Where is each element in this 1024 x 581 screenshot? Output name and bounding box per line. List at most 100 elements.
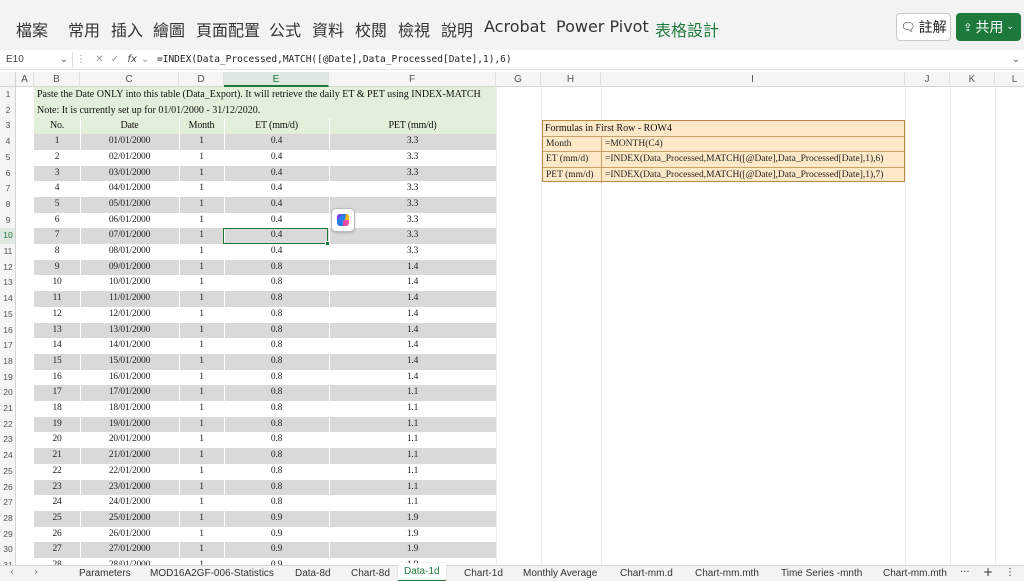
table-cell[interactable]: 17/01/2000 (80, 385, 179, 401)
table-cell[interactable]: 1 (179, 542, 224, 558)
column-title[interactable]: ET (mm/d) (224, 118, 329, 134)
table-cell[interactable]: 0.4 (224, 166, 329, 182)
sheet-tab[interactable]: Monthly Average (523, 568, 597, 579)
row-header[interactable]: 28 (0, 511, 15, 527)
table-cell[interactable]: 1 (179, 558, 224, 565)
table-cell[interactable]: 3.3 (329, 228, 496, 244)
table-cell[interactable]: 0.9 (224, 542, 329, 558)
column-header-k[interactable]: K (950, 72, 995, 87)
insert-function-icon[interactable]: fx (127, 54, 136, 65)
sheet-tab[interactable]: Chart-mm.mth (695, 568, 759, 579)
table-cell[interactable]: 1 (179, 385, 224, 401)
column-header-i[interactable]: I (601, 72, 905, 87)
table-cell[interactable]: 25 (34, 511, 80, 527)
formula-label[interactable]: ET (mm/d) (544, 152, 602, 168)
table-cell[interactable]: 24 (34, 495, 80, 511)
table-cell[interactable]: 1 (179, 448, 224, 464)
column-title[interactable]: PET (mm/d) (329, 118, 496, 134)
table-cell[interactable]: 1.4 (329, 275, 496, 291)
table-cell[interactable]: 0.8 (224, 495, 329, 511)
row-header[interactable]: 23 (0, 432, 15, 448)
table-cell[interactable]: 0.8 (224, 260, 329, 276)
table-cell[interactable]: 4 (34, 181, 80, 197)
row-header[interactable]: 20 (0, 385, 15, 401)
table-cell[interactable]: 04/01/2000 (80, 181, 179, 197)
table-cell[interactable]: 9 (34, 260, 80, 276)
table-cell[interactable]: 1 (179, 401, 224, 417)
ribbon-tab[interactable]: Acrobat (484, 17, 546, 36)
table-cell[interactable]: 6 (34, 213, 80, 229)
table-cell[interactable]: 2 (34, 150, 80, 166)
table-cell[interactable]: 10 (34, 275, 80, 291)
table-cell[interactable]: 1.1 (329, 432, 496, 448)
table-cell[interactable]: 22 (34, 464, 80, 480)
chevron-down-icon[interactable]: ⌄ (60, 52, 68, 68)
table-cell[interactable]: 22/01/2000 (80, 464, 179, 480)
row-header[interactable]: 21 (0, 401, 15, 417)
table-cell[interactable]: 0.9 (224, 511, 329, 527)
select-all-button[interactable] (0, 72, 16, 87)
table-cell[interactable]: 23/01/2000 (80, 480, 179, 496)
table-cell[interactable]: 28/01/2000 (80, 558, 179, 565)
table-cell[interactable]: 0.8 (224, 385, 329, 401)
column-header-l[interactable]: L (995, 72, 1024, 87)
sheet-tab[interactable]: Chart-1d (464, 568, 503, 579)
column-header-b[interactable]: B (34, 72, 80, 87)
table-cell[interactable]: 1.1 (329, 417, 496, 433)
table-cell[interactable]: 0.4 (224, 181, 329, 197)
table-cell[interactable]: 11 (34, 291, 80, 307)
ribbon-tab[interactable]: 頁面配置 (196, 17, 260, 41)
table-cell[interactable]: 8 (34, 244, 80, 260)
table-cell[interactable]: 1.9 (329, 542, 496, 558)
ribbon-tab[interactable]: Power Pivot (556, 17, 649, 36)
sheet-tab[interactable]: Chart-mm.mth (883, 568, 947, 579)
add-sheet-button[interactable]: + (983, 565, 993, 579)
row-header[interactable]: 26 (0, 480, 15, 496)
column-header-a[interactable]: A (16, 72, 34, 87)
row-header[interactable]: 12 (0, 260, 15, 276)
row-header[interactable]: 15 (0, 307, 15, 323)
column-header-j[interactable]: J (905, 72, 950, 87)
table-cell[interactable]: 26 (34, 527, 80, 543)
table-cell[interactable]: 1.9 (329, 527, 496, 543)
table-cell[interactable]: 25/01/2000 (80, 511, 179, 527)
table-cell[interactable]: 18/01/2000 (80, 401, 179, 417)
table-cell[interactable]: 1 (179, 307, 224, 323)
table-cell[interactable]: 1.1 (329, 401, 496, 417)
table-cell[interactable]: 0.9 (224, 527, 329, 543)
column-header-e[interactable]: E (224, 72, 329, 87)
row-header[interactable]: 2 (0, 103, 15, 119)
table-cell[interactable]: 0.8 (224, 464, 329, 480)
table-cell[interactable]: 1 (179, 134, 224, 150)
table-cell[interactable]: 1.1 (329, 464, 496, 480)
table-cell[interactable]: 1 (179, 354, 224, 370)
table-cell[interactable]: 1 (179, 495, 224, 511)
table-cell[interactable]: 3.3 (329, 181, 496, 197)
table-cell[interactable]: 09/01/2000 (80, 260, 179, 276)
table-cell[interactable]: 14/01/2000 (80, 338, 179, 354)
table-cell[interactable]: 1 (179, 480, 224, 496)
formula-text[interactable]: =INDEX(Data_Processed,MATCH([@Date],Data… (605, 152, 883, 168)
chevron-down-icon[interactable]: ⌄ (141, 54, 149, 65)
table-cell[interactable]: 7 (34, 228, 80, 244)
table-cell[interactable]: 16 (34, 370, 80, 386)
table-cell[interactable]: 1 (179, 228, 224, 244)
formula-label[interactable]: PET (mm/d) (544, 167, 602, 183)
table-cell[interactable]: 3.3 (329, 134, 496, 150)
table-cell[interactable]: 1 (179, 166, 224, 182)
column-header-d[interactable]: D (179, 72, 224, 87)
row-header[interactable]: 22 (0, 417, 15, 433)
table-cell[interactable]: 0.4 (224, 134, 329, 150)
table-cell[interactable]: 1.1 (329, 495, 496, 511)
table-cell[interactable]: 0.4 (224, 244, 329, 260)
table-cell[interactable]: 20 (34, 432, 80, 448)
ribbon-tab[interactable]: 插入 (111, 17, 143, 41)
row-header[interactable]: 18 (0, 354, 15, 370)
share-button[interactable]: ⇪ 共用 ⌄ (956, 13, 1021, 41)
fill-handle[interactable] (325, 241, 330, 246)
table-cell[interactable]: 11/01/2000 (80, 291, 179, 307)
table-cell[interactable]: 1 (179, 260, 224, 276)
table-cell[interactable]: 0.8 (224, 401, 329, 417)
formulas-box-title[interactable]: Formulas in First Row - ROW4 (545, 121, 672, 137)
column-title[interactable]: Date (80, 118, 179, 134)
